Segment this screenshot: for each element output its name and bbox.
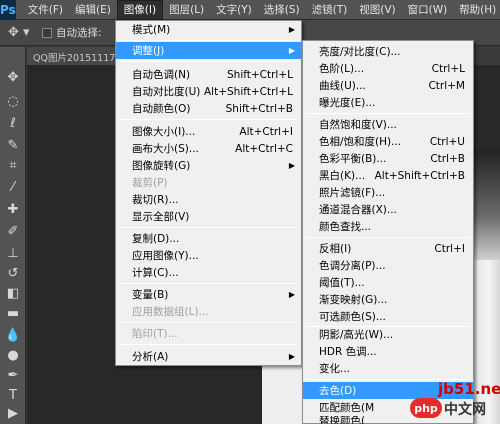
menu-item-threshold[interactable]: 阈值(T)... <box>303 274 473 291</box>
menu-item-vibrance[interactable]: 自然饱和度(V)... <box>303 116 473 133</box>
stamp-icon[interactable]: ⊥ <box>3 243 23 263</box>
menu-item-image-rotation[interactable]: 图像旋转(G) ▶ <box>116 157 301 174</box>
menu-item-trim[interactable]: 裁切(R)... <box>116 191 301 208</box>
menu-item-curves[interactable]: 曲线(U)... Ctrl+M <box>303 77 473 94</box>
menu-item-hdr-toning[interactable]: HDR 色调... <box>303 343 473 360</box>
menu-item-duplicate[interactable]: 复制(D)... <box>116 230 301 247</box>
menu-layer[interactable]: 图层(L) <box>163 0 210 20</box>
menu-window[interactable]: 窗口(W) <box>402 0 454 20</box>
menu-separator <box>119 40 298 41</box>
brush-icon[interactable]: ✐ <box>3 221 23 241</box>
submenu-arrow-icon: ▶ <box>288 290 295 299</box>
watermark-site: jb51.net <box>438 380 500 398</box>
menu-item-mode[interactable]: 模式(M) ▶ <box>116 21 301 38</box>
pen-icon[interactable]: ✒ <box>3 365 23 385</box>
submenu-arrow-icon: ▶ <box>288 25 295 34</box>
menu-item-variables[interactable]: 变量(B) ▶ <box>116 286 301 303</box>
marquee-icon[interactable]: ◌ <box>3 91 23 111</box>
menu-item-color-balance[interactable]: 色彩平衡(B)... Ctrl+B <box>303 150 473 167</box>
menu-item-image-size[interactable]: 图像大小(I)... Alt+Ctrl+I <box>116 123 301 140</box>
eyedropper-icon[interactable]: ⁄ <box>3 177 23 197</box>
image-menu: 模式(M) ▶ 调整(J) ▶ 自动色调(N) Shift+Ctrl+L 自动对比度(… <box>115 20 302 366</box>
menu-separator <box>119 283 298 284</box>
eraser-icon[interactable]: ◧ <box>3 283 23 303</box>
menu-separator <box>306 237 470 238</box>
menu-item-exposure[interactable]: 曝光度(E)... <box>303 94 473 111</box>
menu-item-crop: 裁剪(P) <box>132 177 168 189</box>
menu-image[interactable]: 图像(I) <box>116 0 164 20</box>
toolbox: ✥ ◌ ℓ ✎ ⌗ ⁄ ✚ ✐ ⊥ ↺ ◧ ▬ 💧 ● ✒ T ▶ <box>0 47 26 424</box>
lasso-icon[interactable]: ℓ <box>3 113 23 133</box>
menu-item-hue-saturation[interactable]: 色相/饱和度(H)... Ctrl+U <box>303 133 473 150</box>
image-canvas-bottom <box>262 360 302 424</box>
menu-item-color-lookup[interactable]: 颜色查找... <box>303 218 473 235</box>
menu-item-levels[interactable]: 色阶(L)... Ctrl+L <box>303 60 473 77</box>
menu-item-posterize[interactable]: 色调分离(P)... <box>303 257 473 274</box>
menu-item-reveal-all[interactable]: 显示全部(V) <box>116 208 301 225</box>
path-select-icon[interactable]: ▶ <box>3 403 23 423</box>
document-tab[interactable]: QQ图片20151117 <box>27 47 117 65</box>
dodge-icon[interactable]: ● <box>3 345 23 365</box>
menu-separator <box>119 344 298 345</box>
photoshop-logo: Ps <box>0 0 16 20</box>
menu-item-auto-color[interactable]: 自动颜色(O) Shift+Ctrl+B <box>116 100 301 117</box>
quick-select-icon[interactable]: ✎ <box>3 135 23 155</box>
crop-icon[interactable]: ⌗ <box>3 155 23 175</box>
menu-item-canvas-size[interactable]: 画布大小(S)... Alt+Ctrl+C <box>116 140 301 157</box>
menu-edit[interactable]: 编辑(E) <box>69 0 117 20</box>
auto-select-checkbox[interactable] <box>42 27 52 38</box>
menu-item-gradient-map[interactable]: 渐变映射(G)... <box>303 291 473 308</box>
auto-select-label: 自动选择: <box>56 27 102 39</box>
menu-item-apply-data-set: 应用数据组(L)... <box>132 306 209 318</box>
menu-item-trap: 陷印(T)... <box>132 328 178 340</box>
menu-item-selective-color[interactable]: 可选颜色(S)... <box>303 308 473 325</box>
type-icon[interactable]: T <box>3 385 23 405</box>
menu-item-analysis[interactable]: 分析(A) ▶ <box>116 348 301 365</box>
adjust-submenu: 亮度/对比度(C)... 色阶(L)... Ctrl+L 曲线(U)... Ctrl… <box>302 40 474 424</box>
menu-item-auto-contrast[interactable]: 自动对比度(U) Alt+Shift+Ctrl+L <box>116 83 301 100</box>
watermark: jb51.net php 中文网 <box>408 378 500 424</box>
menu-separator <box>119 227 298 228</box>
menu-select[interactable]: 选择(S) <box>258 0 306 20</box>
healing-brush-icon[interactable]: ✚ <box>3 199 23 219</box>
menu-item-brightness-contrast[interactable]: 亮度/对比度(C)... <box>303 43 473 60</box>
menu-bar: Ps 文件(F) 编辑(E) 图像(I) 图层(L) 文字(Y) 选择(S) 滤… <box>0 0 500 20</box>
menu-item-calculations[interactable]: 计算(C)... <box>116 264 301 281</box>
menu-separator <box>119 322 298 323</box>
submenu-arrow-icon: ▶ <box>288 46 295 55</box>
image-shadow <box>472 150 500 260</box>
history-brush-icon[interactable]: ↺ <box>3 263 23 283</box>
menu-item-invert[interactable]: 反相(I) Ctrl+I <box>303 240 473 257</box>
menu-item-photo-filter[interactable]: 照片滤镜(F)... <box>303 184 473 201</box>
menu-item-adjust[interactable]: 调整(J) ▶ <box>116 42 301 59</box>
menu-help[interactable]: 帮助(H) <box>453 0 500 20</box>
menu-item-shadows-highlights[interactable]: 阴影/高光(W)... <box>303 326 473 343</box>
menu-item-channel-mixer[interactable]: 通道混合器(X)... <box>303 201 473 218</box>
watermark-text: 中文网 <box>444 402 486 418</box>
menu-separator <box>306 113 470 114</box>
menu-filter[interactable]: 滤镜(T) <box>306 0 354 20</box>
move-tool-icon[interactable]: ✥ ▾ <box>0 20 40 46</box>
menu-item-black-white[interactable]: 黑白(K)... Alt+Shift+Ctrl+B <box>303 167 473 184</box>
gradient-icon[interactable]: ▬ <box>3 303 23 323</box>
php-logo: php <box>410 398 442 418</box>
menu-view[interactable]: 视图(V) <box>353 0 401 20</box>
menu-item-apply-image[interactable]: 应用图像(Y)... <box>116 247 301 264</box>
menu-item-variations[interactable]: 变化... <box>303 360 473 377</box>
submenu-arrow-icon: ▶ <box>288 161 295 170</box>
menu-separator <box>119 61 298 62</box>
menu-type[interactable]: 文字(Y) <box>210 0 258 20</box>
menu-file[interactable]: 文件(F) <box>22 0 69 20</box>
menu-item-auto-tone[interactable]: 自动色调(N) Shift+Ctrl+L <box>116 66 301 83</box>
menu-separator <box>119 119 298 120</box>
move-icon[interactable]: ✥ <box>3 67 23 87</box>
blur-icon[interactable]: 💧 <box>3 325 23 345</box>
submenu-arrow-icon: ▶ <box>288 352 295 361</box>
